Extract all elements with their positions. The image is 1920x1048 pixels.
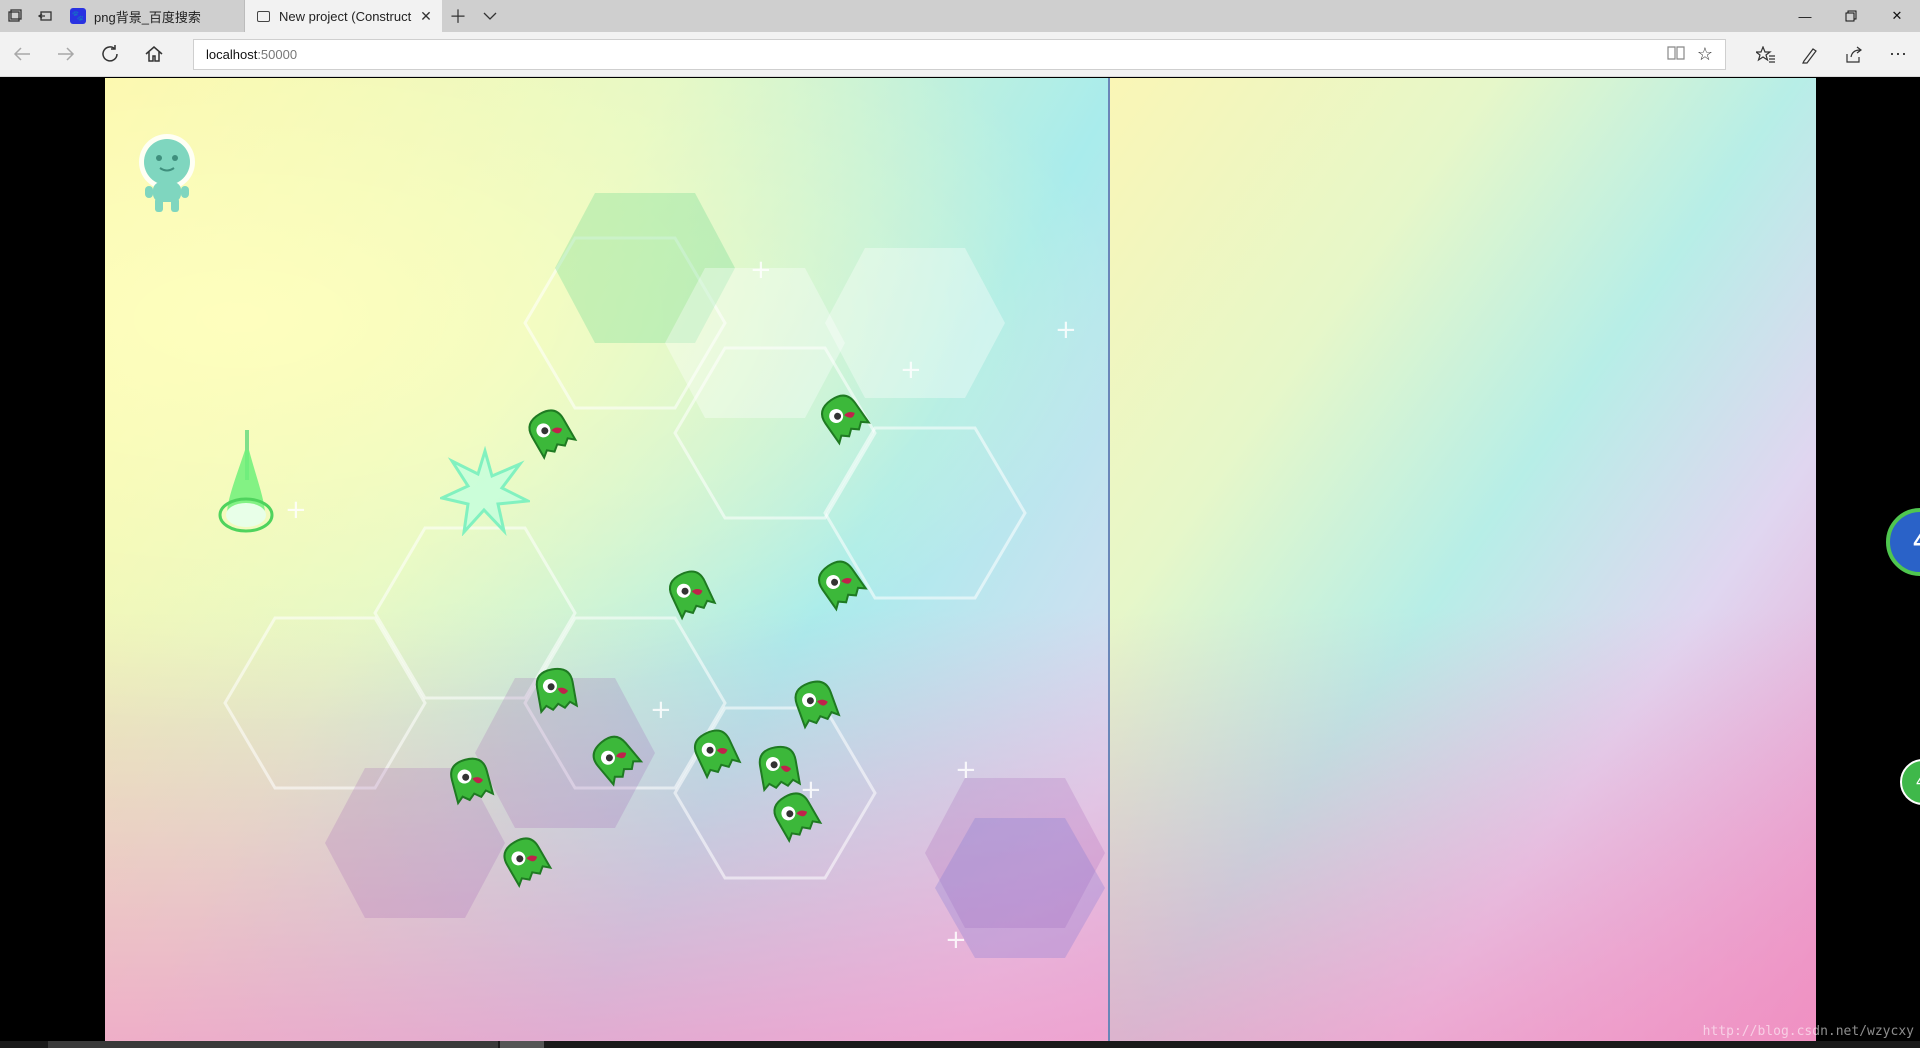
green-flame-projectile: [205, 430, 285, 540]
tab-title: png背景_百度搜索: [94, 9, 201, 25]
alien-icon: [139, 134, 195, 212]
minimize-button[interactable]: —: [1782, 0, 1828, 32]
game-canvas[interactable]: +++ +++ +++ +++: [105, 78, 1816, 1041]
close-window-button[interactable]: ✕: [1874, 0, 1920, 32]
baidu-icon: 🐾: [70, 8, 86, 24]
tab-strip: 🐾 png背景_百度搜索 New project (Construct ✕ ＋ …: [0, 0, 1920, 32]
restore-button[interactable]: [1828, 0, 1874, 32]
close-tab-icon[interactable]: ✕: [418, 8, 434, 24]
page-icon: [255, 8, 271, 24]
flame-icon: [218, 430, 274, 533]
more-options-icon[interactable]: ⋯: [1876, 32, 1920, 77]
address-port: :50000: [257, 47, 298, 62]
burst-icon: [437, 445, 534, 537]
reading-view-icon[interactable]: [1667, 46, 1685, 64]
tab-preview-toggle-icon[interactable]: [474, 0, 506, 32]
score-badge-value: 48: [1916, 775, 1920, 789]
favorites-hub-icon[interactable]: [1744, 32, 1788, 77]
tab-title: New project (Construct: [279, 8, 412, 24]
svg-text:+: +: [750, 255, 772, 285]
svg-text:+: +: [1055, 315, 1077, 345]
address-host: localhost: [206, 47, 258, 62]
floating-speed-widget[interactable]: 4: [1886, 508, 1920, 576]
speed-widget-value: 4: [1913, 528, 1920, 555]
page-viewport: +++ +++ +++ +++: [0, 78, 1920, 1041]
address-bar[interactable]: localhost:50000 ☆: [193, 39, 1726, 70]
share-icon[interactable]: [1832, 32, 1876, 77]
tab-manager-icon[interactable]: [0, 0, 30, 32]
svg-text:+: +: [650, 695, 672, 725]
explosion-burst: [437, 445, 534, 541]
player-alien[interactable]: [135, 132, 199, 221]
favorite-star-icon[interactable]: ☆: [1697, 44, 1713, 65]
refresh-button[interactable]: [88, 32, 132, 77]
tab-construct-project[interactable]: New project (Construct ✕: [245, 0, 442, 32]
toolbar-right-actions: ⋯: [1744, 32, 1920, 77]
svg-text:+: +: [955, 755, 977, 785]
tab-baidu-search[interactable]: 🐾 png背景_百度搜索: [60, 0, 245, 32]
window-controls: — ✕: [1782, 0, 1920, 32]
back-button[interactable]: [0, 32, 44, 77]
watermark-text: http://blog.csdn.net/wzycxy: [1702, 1024, 1914, 1039]
svg-text:+: +: [285, 495, 307, 525]
taskbar-edge: [0, 1041, 1920, 1048]
right-layout-panel: [1108, 78, 1816, 1041]
svg-text:+: +: [900, 355, 922, 385]
taskbar-segment: [48, 1041, 498, 1048]
new-tab-button[interactable]: ＋: [442, 0, 474, 32]
browser-toolbar: localhost:50000 ☆ ⋯: [0, 32, 1920, 77]
taskbar-segment: [500, 1041, 544, 1048]
set-aside-tabs-icon[interactable]: [30, 0, 60, 32]
home-button[interactable]: [132, 32, 176, 77]
web-note-icon[interactable]: [1788, 32, 1832, 77]
enemy-monster[interactable]: [525, 659, 586, 724]
floating-score-badge[interactable]: 48: [1900, 759, 1920, 805]
svg-text:+: +: [945, 925, 967, 955]
forward-button[interactable]: [44, 32, 88, 77]
